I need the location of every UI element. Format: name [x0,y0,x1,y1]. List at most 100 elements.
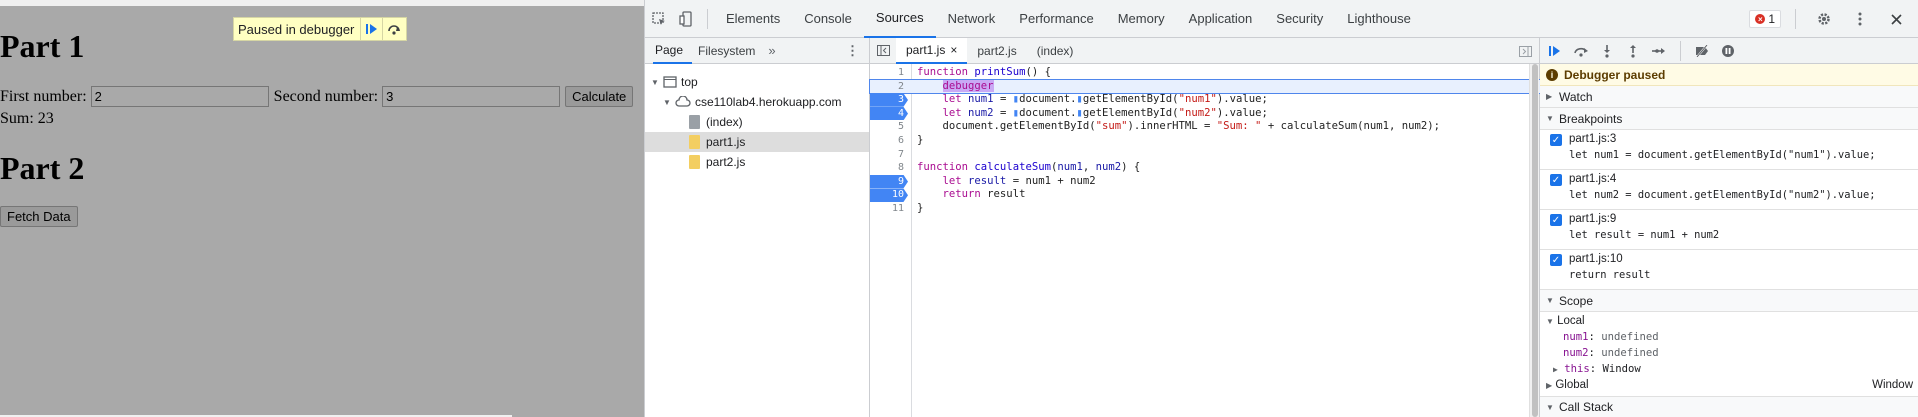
breakpoints-label: Breakpoints [1559,111,1623,126]
error-count-badge[interactable]: × 1 [1749,10,1781,28]
scope-global[interactable]: ▶ Global [1546,379,1589,391]
toolbar-separator [707,8,708,29]
code-line[interactable]: 7 [870,148,1540,162]
call-stack-section-header[interactable]: ▼ Call Stack [1540,396,1918,417]
code-line[interactable]: 9 let result = num1 + num2 [870,174,1540,189]
expand-triangle-icon: ▼ [1546,296,1554,305]
editor-tab-index[interactable]: (index) [1027,38,1084,64]
step-out-icon[interactable] [1622,40,1644,62]
editor-tab-part2[interactable]: part2.js [967,38,1026,64]
tree-item-part2[interactable]: part2.js [689,152,745,172]
code-line[interactable]: 1 function printSum() { [870,66,1540,80]
tree-item-part1[interactable]: part1.js [689,132,745,152]
tab-memory[interactable]: Memory [1106,0,1177,38]
line-number[interactable]: 2 [870,80,908,94]
tab-elements[interactable]: Elements [714,0,792,38]
line-number[interactable]: 11 [870,202,908,216]
info-icon: i [1546,68,1558,81]
first-number-input[interactable] [90,86,269,107]
breakpoint-marker[interactable]: 4 [870,106,908,121]
resume-icon[interactable] [1544,40,1566,62]
close-tab-icon[interactable]: × [950,43,957,57]
paused-code-line[interactable]: 2 debugger [869,78,1541,95]
tab-application[interactable]: Application [1177,0,1265,38]
scope-var[interactable]: num1: undefined [1563,331,1659,343]
tab-performance[interactable]: Performance [1007,0,1105,38]
code-line[interactable]: 3 let num1 = ▮document.▮getElementById("… [870,93,1540,107]
breakpoint-checkbox[interactable]: ✓ [1550,214,1562,226]
step-icon[interactable] [1648,40,1670,62]
tab-sources[interactable]: Sources [863,0,936,38]
editor-scrollbar[interactable] [1529,64,1539,417]
code-line[interactable]: 11 } [870,202,1540,216]
line-number[interactable]: 1 [870,66,908,80]
scope-var[interactable]: ▶ this: Window [1553,363,1641,375]
scope-var-name: num2 [1563,347,1589,359]
toolbar-separator [1680,40,1681,61]
code-area[interactable]: 1 function printSum() { 2 debugger 3 let… [869,64,1541,417]
file-navigator: Page Filesystem » ⋮ ▼ top ▼ cse110lab4.h… [645,38,870,417]
tree-item-index[interactable]: (index) [689,112,743,132]
pause-on-exceptions-icon[interactable] [1717,40,1739,62]
code-line[interactable]: 8 function calculateSum(num1, num2) { [870,161,1540,175]
scope-section-header[interactable]: ▼ Scope [1540,290,1918,312]
gear-icon[interactable] [1810,5,1838,33]
tab-lighthouse[interactable]: Lighthouse [1335,0,1423,38]
tab-page[interactable]: Page [653,38,693,64]
breakpoint-item[interactable]: ✓ part1.js:9 let result = num1 + num2 [1540,210,1918,250]
code-line[interactable]: 6 } [870,134,1540,148]
second-number-input[interactable] [382,86,561,107]
tree-item-top[interactable]: ▼ top [651,72,698,92]
breakpoint-checkbox[interactable]: ✓ [1550,134,1562,146]
toggle-navigator-icon[interactable] [870,37,896,65]
tab-filesystem[interactable]: Filesystem [696,38,764,64]
device-toolbar-icon[interactable] [673,5,701,33]
breakpoint-marker[interactable]: 3 [870,93,908,107]
step-over-icon[interactable] [382,18,404,40]
breakpoints-section-header[interactable]: ▼ Breakpoints [1540,108,1918,130]
tree-label-part1: part1.js [706,135,746,149]
fetch-data-button[interactable]: Fetch Data [0,206,78,227]
tree-item-host[interactable]: ▼ cse110lab4.herokuapp.com [663,92,842,112]
breakpoint-checkbox[interactable]: ✓ [1550,174,1562,186]
deactivate-breakpoints-icon[interactable] [1691,40,1713,62]
inspect-element-icon[interactable] [645,5,673,33]
breakpoint-location: part1.js:4 [1569,173,1617,185]
breakpoint-item[interactable]: ✓ part1.js:10 return result [1540,250,1918,290]
calculate-button[interactable]: Calculate [565,86,634,107]
tab-network[interactable]: Network [936,0,1008,38]
editor-tab-part1[interactable]: part1.js × [896,37,968,64]
scope-local[interactable]: ▼ Local [1546,315,1585,327]
resume-icon[interactable] [360,18,382,40]
breakpoint-checkbox[interactable]: ✓ [1550,254,1562,266]
scope-var[interactable]: num2: undefined [1563,347,1659,359]
sum-output: Sum: 23 [0,110,54,127]
line-number[interactable]: 8 [870,161,908,175]
code-line[interactable]: 4 let num2 = ▮document.▮getElementById("… [870,106,1540,121]
devtools-toolbar: Elements Console Sources Network Perform… [645,0,1918,38]
step-over-icon[interactable] [1570,40,1592,62]
line-number[interactable]: 7 [870,148,908,162]
breakpoint-code: let result = num1 + num2 [1569,229,1720,241]
tab-console[interactable]: Console [792,0,864,38]
breakpoint-marker[interactable]: 9 [870,174,908,189]
code-line[interactable]: 5 document.getElementById("sum").innerHT… [870,120,1540,134]
breakpoint-location: part1.js:10 [1569,253,1623,265]
more-tabs-icon[interactable]: » [768,43,775,58]
breakpoint-item[interactable]: ✓ part1.js:4 let num2 = document.getElem… [1540,170,1918,210]
line-number[interactable]: 6 [870,134,908,148]
watch-section-header[interactable]: ▶ Watch [1540,86,1918,108]
line-number[interactable]: 5 [870,120,908,134]
code-line[interactable]: 10 return result [870,188,1540,202]
step-into-icon[interactable] [1596,40,1618,62]
toggle-debugger-sidebar-icon[interactable] [1513,38,1537,64]
breakpoint-item[interactable]: ✓ part1.js:3 let num1 = document.getElem… [1540,130,1918,170]
script-file-icon [689,135,700,149]
more-options-icon[interactable] [1846,5,1874,33]
navigator-tabs: Page Filesystem » ⋮ [645,38,869,64]
navigator-menu-icon[interactable]: ⋮ [846,43,859,59]
expand-triangle-icon: ▼ [663,97,671,107]
breakpoint-marker[interactable]: 10 [870,188,908,202]
close-icon[interactable] [1882,5,1910,33]
tab-security[interactable]: Security [1264,0,1335,38]
